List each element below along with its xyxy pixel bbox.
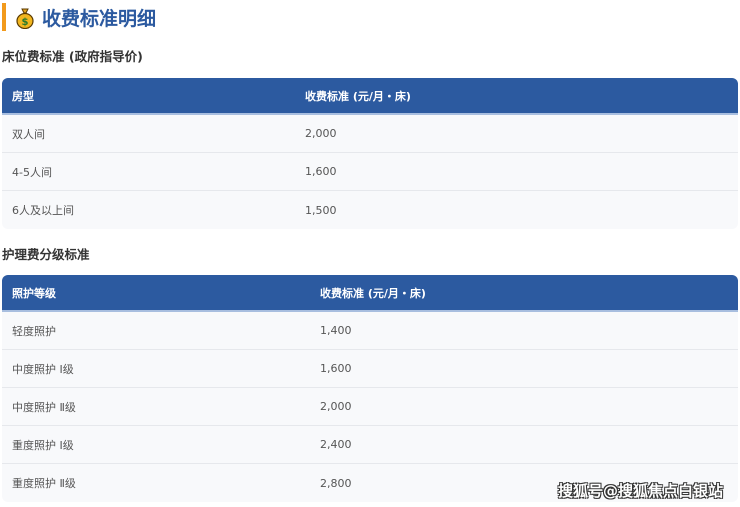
table-header: 房型 收费标准 (元/月・床)	[2, 78, 738, 115]
care-level-cell: 中度照护 Ⅱ级	[12, 400, 76, 414]
fee-cell: 2,000	[305, 127, 337, 140]
table-header: 照护等级 收费标准 (元/月・床)	[2, 275, 738, 312]
fee-cell: 1,400	[320, 324, 352, 337]
bed-fees-table: 房型 收费标准 (元/月・床) 双人间 2,000 4-5人间 1,600 6人…	[2, 78, 738, 229]
care-level-cell: 重度照护 Ⅱ级	[12, 477, 76, 490]
svg-text:$: $	[22, 17, 29, 28]
fee-cell: 2,000	[320, 400, 352, 413]
room-type-cell: 6人及以上间	[12, 204, 74, 217]
room-type-cell: 4-5人间	[12, 165, 52, 179]
table-row: 轻度照护 1,400	[2, 312, 738, 350]
table-row: 中度照护 Ⅱ级 2,000	[2, 388, 738, 426]
page-title-text: 收费标准明细	[42, 8, 157, 30]
fee-cell: 2,400	[320, 438, 352, 451]
bed-fees-title: 床位费标准 (政府指导价)	[2, 49, 143, 64]
table-row: 中度照护 Ⅰ级 1,600	[2, 350, 738, 388]
fee-cell: 1,600	[320, 362, 352, 375]
watermark: 搜狐号@搜狐焦点白银站	[558, 482, 724, 500]
care-level-cell: 轻度照护	[12, 324, 56, 338]
care-fees-table: 照护等级 收费标准 (元/月・床) 轻度照护 1,400 中度照护 Ⅰ级 1,6…	[2, 275, 738, 502]
care-fees-title: 护理费分级标准	[2, 247, 90, 262]
column-header: 收费标准 (元/月・床)	[305, 89, 411, 103]
column-header: 收费标准 (元/月・床)	[320, 286, 426, 300]
table-row: 6人及以上间 1,500	[2, 191, 738, 229]
column-header: 照护等级	[12, 286, 56, 300]
page-title: $ 收费标准明细	[16, 4, 156, 31]
fee-cell: 1,500	[305, 203, 337, 217]
fee-cell: 2,800	[320, 476, 352, 490]
care-level-cell: 中度照护 Ⅰ级	[12, 362, 74, 376]
table-row: 4-5人间 1,600	[2, 153, 738, 191]
table-row: 双人间 2,000	[2, 115, 738, 153]
room-type-cell: 双人间	[12, 127, 45, 141]
table-row: 重度照护 Ⅰ级 2,400	[2, 426, 738, 464]
column-header: 房型	[12, 89, 34, 103]
fee-cell: 1,600	[305, 165, 337, 178]
title-accent-bar	[2, 3, 6, 31]
money-bag-icon: $	[16, 8, 34, 29]
care-level-cell: 重度照护 Ⅰ级	[12, 438, 74, 452]
